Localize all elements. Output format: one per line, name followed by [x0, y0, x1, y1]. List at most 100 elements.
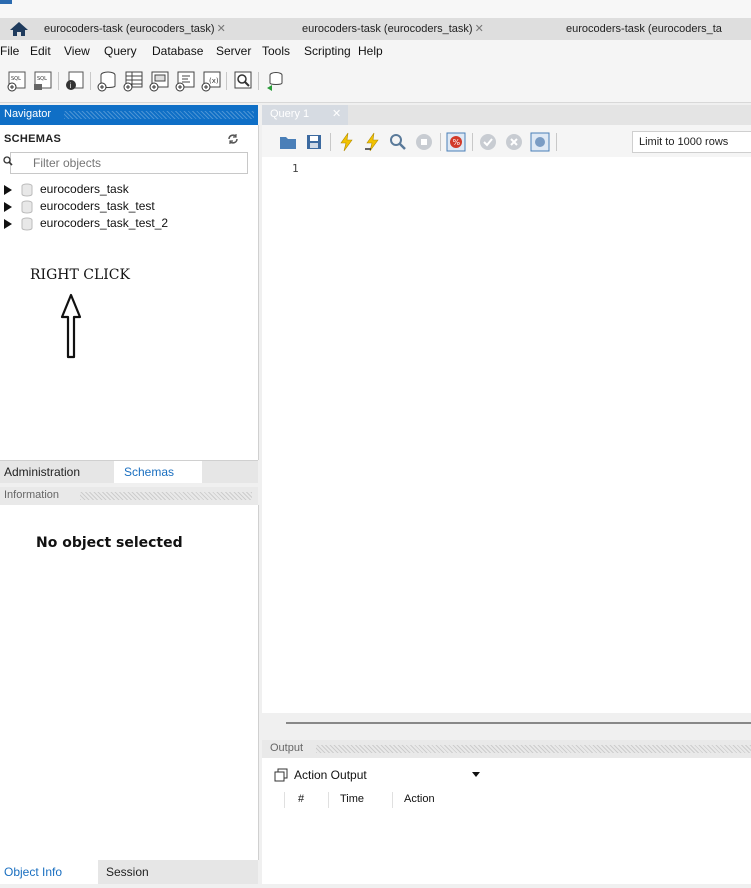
output-header: Output	[262, 740, 751, 758]
header-hatch	[80, 492, 252, 500]
execute-icon[interactable]	[336, 132, 356, 152]
connection-tab-3[interactable]: eurocoders-task (eurocoders_ta	[566, 18, 751, 40]
connection-tab-bar: eurocoders-task (eurocoders_task) ✕ euroc…	[0, 18, 751, 41]
output-panel: Action Output # Time Action	[262, 758, 751, 884]
save-icon[interactable]	[304, 132, 324, 152]
toolbar-separator	[472, 133, 473, 151]
menu-edit[interactable]: Edit	[30, 44, 51, 58]
svg-text:SQL: SQL	[37, 76, 47, 82]
open-sql-script-icon[interactable]: SQL	[32, 70, 54, 92]
menu-view[interactable]: View	[64, 44, 90, 58]
schema-name: eurocoders_task	[40, 182, 129, 196]
schema-item[interactable]: eurocoders_task	[4, 182, 244, 199]
header-hatch	[316, 745, 751, 753]
expand-arrow-icon[interactable]	[4, 185, 12, 195]
toggle-autocommit-icon[interactable]	[530, 132, 550, 152]
menu-server[interactable]: Server	[216, 44, 251, 58]
explain-icon[interactable]	[388, 132, 408, 152]
no-object-selected-text: No object selected	[36, 535, 183, 551]
close-icon[interactable]: ✕	[217, 23, 226, 35]
create-view-icon[interactable]	[148, 70, 170, 92]
tab-schemas[interactable]: Schemas	[114, 461, 202, 483]
database-icon	[21, 200, 33, 214]
toolbar-separator	[90, 72, 91, 90]
schema-name: eurocoders_task_test	[40, 199, 155, 213]
up-arrow-icon	[60, 293, 82, 359]
navigator-panel: SCHEMAS eurocoders_task eurocoders_task_…	[0, 125, 259, 460]
navigator-header: Navigator	[0, 105, 258, 125]
column-header-number[interactable]: #	[298, 793, 304, 805]
information-header: Information	[0, 487, 258, 505]
output-type-select[interactable]: Action Output	[294, 765, 482, 785]
create-procedure-icon[interactable]	[174, 70, 196, 92]
close-icon[interactable]: ✕	[332, 107, 341, 120]
copy-icon[interactable]	[274, 768, 288, 782]
expand-arrow-icon[interactable]	[4, 202, 12, 212]
output-column-headers: # Time Action	[262, 790, 751, 810]
svg-text:i: i	[70, 82, 72, 90]
menu-bar: File Edit View Query Database Server Too…	[0, 40, 751, 62]
chevron-down-icon	[472, 772, 480, 777]
toolbar-separator	[556, 133, 557, 151]
information-tabs: Object Info Session	[0, 860, 258, 884]
information-panel: No object selected	[0, 505, 259, 860]
sql-editor-toolbar: % Limit to 1000 rows	[262, 125, 751, 157]
query-tab-label: Query 1	[270, 108, 310, 120]
tab-administration[interactable]: Administration	[4, 461, 80, 483]
connection-tab-label: eurocoders-task (eurocoders_task)	[302, 23, 473, 35]
toolbar-separator	[440, 133, 441, 151]
svg-text:(x): (x)	[209, 77, 219, 85]
connection-tab-1[interactable]: eurocoders-task (eurocoders_task) ✕	[44, 18, 289, 40]
toggle-stop-on-error-icon[interactable]: %	[446, 132, 466, 152]
new-sql-tab-icon[interactable]: SQL	[6, 70, 28, 92]
search-icon	[3, 156, 13, 166]
output-type-value: Action Output	[294, 768, 367, 782]
connection-tab-2[interactable]: eurocoders-task (eurocoders_task) ✕	[302, 18, 547, 40]
execute-current-statement-icon[interactable]	[362, 132, 382, 152]
schema-item[interactable]: eurocoders_task_test	[4, 199, 244, 216]
refresh-icon[interactable]	[226, 133, 240, 145]
menu-file[interactable]: File	[0, 44, 19, 58]
filter-box	[3, 152, 248, 174]
tab-session[interactable]: Session	[106, 860, 149, 884]
create-function-icon[interactable]: (x)	[200, 70, 222, 92]
toolbar-separator	[258, 72, 259, 90]
editor-splitter[interactable]	[262, 713, 751, 735]
search-table-data-icon[interactable]	[232, 70, 254, 92]
commit-icon[interactable]	[478, 132, 498, 152]
information-title: Information	[4, 489, 60, 501]
column-header-action[interactable]: Action	[404, 793, 435, 805]
tab-object-info[interactable]: Object Info	[0, 860, 98, 884]
svg-text:%: %	[453, 138, 461, 147]
menu-scripting[interactable]: Scripting	[304, 44, 351, 58]
splitter-bar[interactable]	[286, 722, 751, 724]
tab-query-1[interactable]: Query 1 ✕	[262, 105, 348, 125]
menu-help[interactable]: Help	[358, 44, 383, 58]
create-table-icon[interactable]	[122, 70, 144, 92]
menu-tools[interactable]: Tools	[262, 44, 290, 58]
column-separator	[328, 792, 329, 808]
create-schema-icon[interactable]	[96, 70, 118, 92]
reconnect-icon[interactable]	[264, 70, 286, 92]
output-title: Output	[270, 742, 304, 754]
inspector-icon[interactable]: i	[64, 70, 86, 92]
schema-item[interactable]: eurocoders_task_test_2	[4, 216, 244, 233]
open-file-icon[interactable]	[278, 132, 298, 152]
filter-objects-input[interactable]	[31, 154, 245, 172]
menu-query[interactable]: Query	[104, 44, 137, 58]
database-icon	[21, 183, 33, 197]
sql-editor[interactable]: 1	[262, 157, 751, 713]
schemas-label: SCHEMAS	[4, 133, 62, 145]
limit-rows-select[interactable]: Limit to 1000 rows	[632, 131, 751, 153]
home-icon[interactable]	[8, 20, 30, 38]
column-separator	[284, 792, 285, 808]
navigator-title: Navigator	[4, 108, 52, 120]
annotation-text: RIGHT CLICK	[30, 267, 130, 283]
close-icon[interactable]: ✕	[475, 23, 484, 35]
toolbar-separator	[226, 72, 227, 90]
rollback-icon[interactable]	[504, 132, 524, 152]
menu-database[interactable]: Database	[152, 44, 203, 58]
stop-icon[interactable]	[414, 132, 434, 152]
column-header-time[interactable]: Time	[340, 793, 364, 805]
expand-arrow-icon[interactable]	[4, 219, 12, 229]
